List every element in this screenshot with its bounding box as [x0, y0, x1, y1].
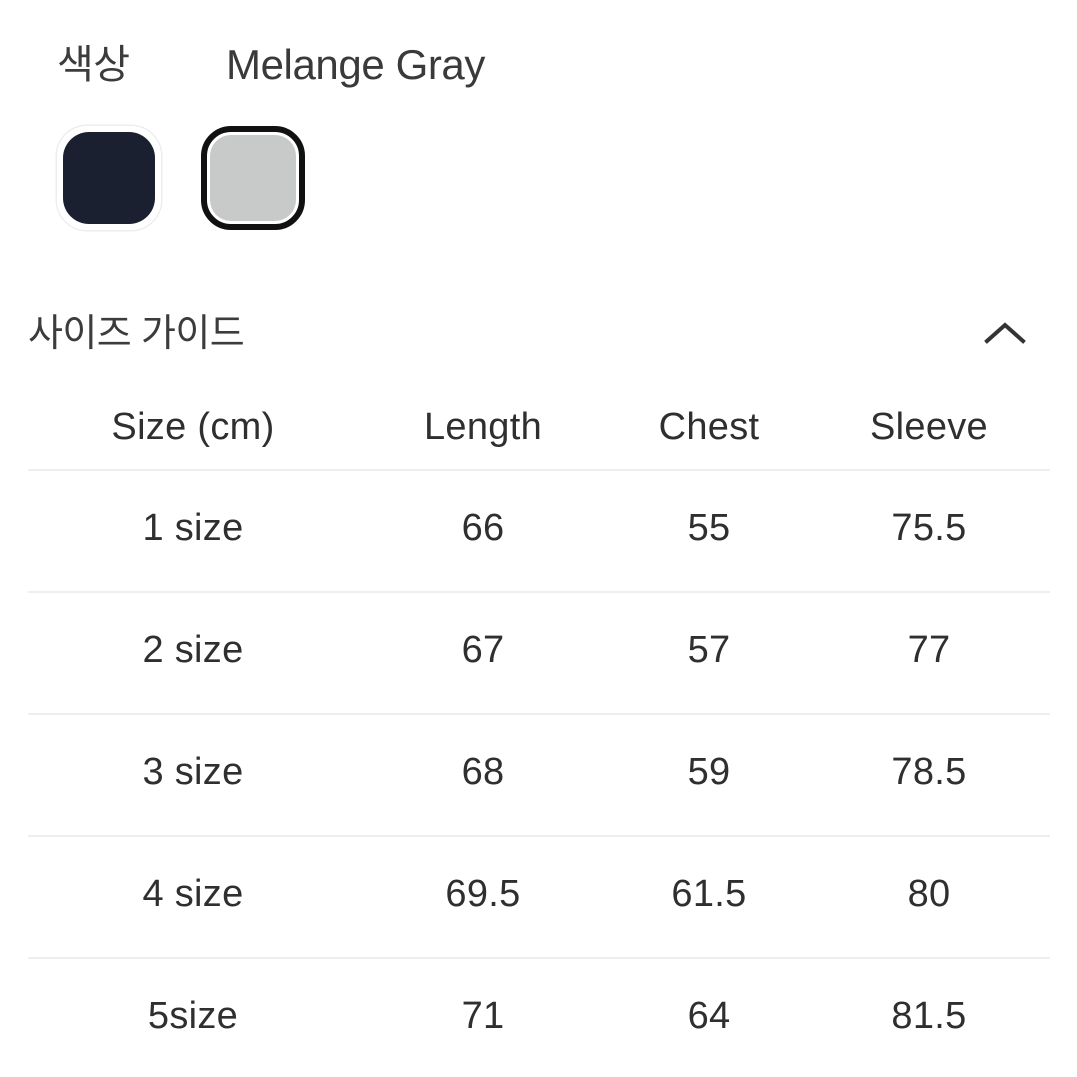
column-header-sleeve: Sleeve: [870, 406, 988, 448]
table-header-row: Size (cm) Length Chest Sleeve: [0, 382, 1077, 469]
table-row: 3 size 68 59 78.5: [0, 713, 1077, 835]
cell-chest: 55: [687, 507, 731, 549]
cell-size: 5size: [147, 995, 239, 1037]
color-swatch-melange-gray[interactable]: [201, 126, 305, 230]
column-header-length: Length: [423, 406, 543, 448]
color-swatch-navy-chip: [63, 132, 155, 224]
cell-length: 67: [461, 629, 505, 671]
cell-sleeve: 77: [907, 629, 951, 671]
color-header: 색상 Melange Gray: [0, 34, 1077, 96]
cell-chest: 59: [687, 751, 731, 793]
cell-length: 71: [461, 995, 505, 1037]
cell-length: 69.5: [445, 873, 521, 915]
color-swatch-list: [57, 126, 305, 230]
cell-size: 3 size: [142, 751, 244, 793]
size-guide-section: 사이즈 가이드 Size (cm) Length Chest Sleeve 1 …: [0, 286, 1077, 1037]
cell-length: 66: [461, 507, 505, 549]
column-header-chest: Chest: [658, 406, 760, 448]
cell-chest: 64: [687, 995, 731, 1037]
cell-chest: 61.5: [671, 873, 747, 915]
chevron-up-icon[interactable]: [981, 312, 1029, 356]
cell-size: 2 size: [142, 629, 244, 671]
color-swatch-navy[interactable]: [57, 126, 161, 230]
cell-sleeve: 80: [907, 873, 951, 915]
selected-color-name: Melange Gray: [226, 41, 485, 88]
cell-sleeve: 78.5: [891, 751, 967, 793]
table-row: 4 size 69.5 61.5 80: [0, 835, 1077, 957]
table-row: 2 size 67 57 77: [0, 591, 1077, 713]
product-detail-page: 색상 Melange Gray 사이즈 가이드 Size (cm) Length…: [0, 0, 1077, 1077]
column-header-size: Size (cm): [111, 406, 275, 448]
cell-sleeve: 81.5: [891, 995, 967, 1037]
table-row: 5size 71 64 81.5: [0, 957, 1077, 1077]
color-label: 색상: [57, 43, 130, 87]
cell-length: 68: [461, 751, 505, 793]
size-guide-title: 사이즈 가이드: [28, 313, 245, 355]
cell-sleeve: 75.5: [891, 507, 967, 549]
cell-chest: 57: [687, 629, 731, 671]
color-swatch-melange-gray-chip: [210, 135, 296, 221]
table-row: 1 size 66 55 75.5: [0, 469, 1077, 591]
size-guide-header[interactable]: 사이즈 가이드: [0, 286, 1077, 382]
cell-size: 4 size: [142, 873, 244, 915]
size-guide-table: Size (cm) Length Chest Sleeve 1 size 66 …: [0, 382, 1077, 1077]
cell-size: 1 size: [142, 507, 244, 549]
